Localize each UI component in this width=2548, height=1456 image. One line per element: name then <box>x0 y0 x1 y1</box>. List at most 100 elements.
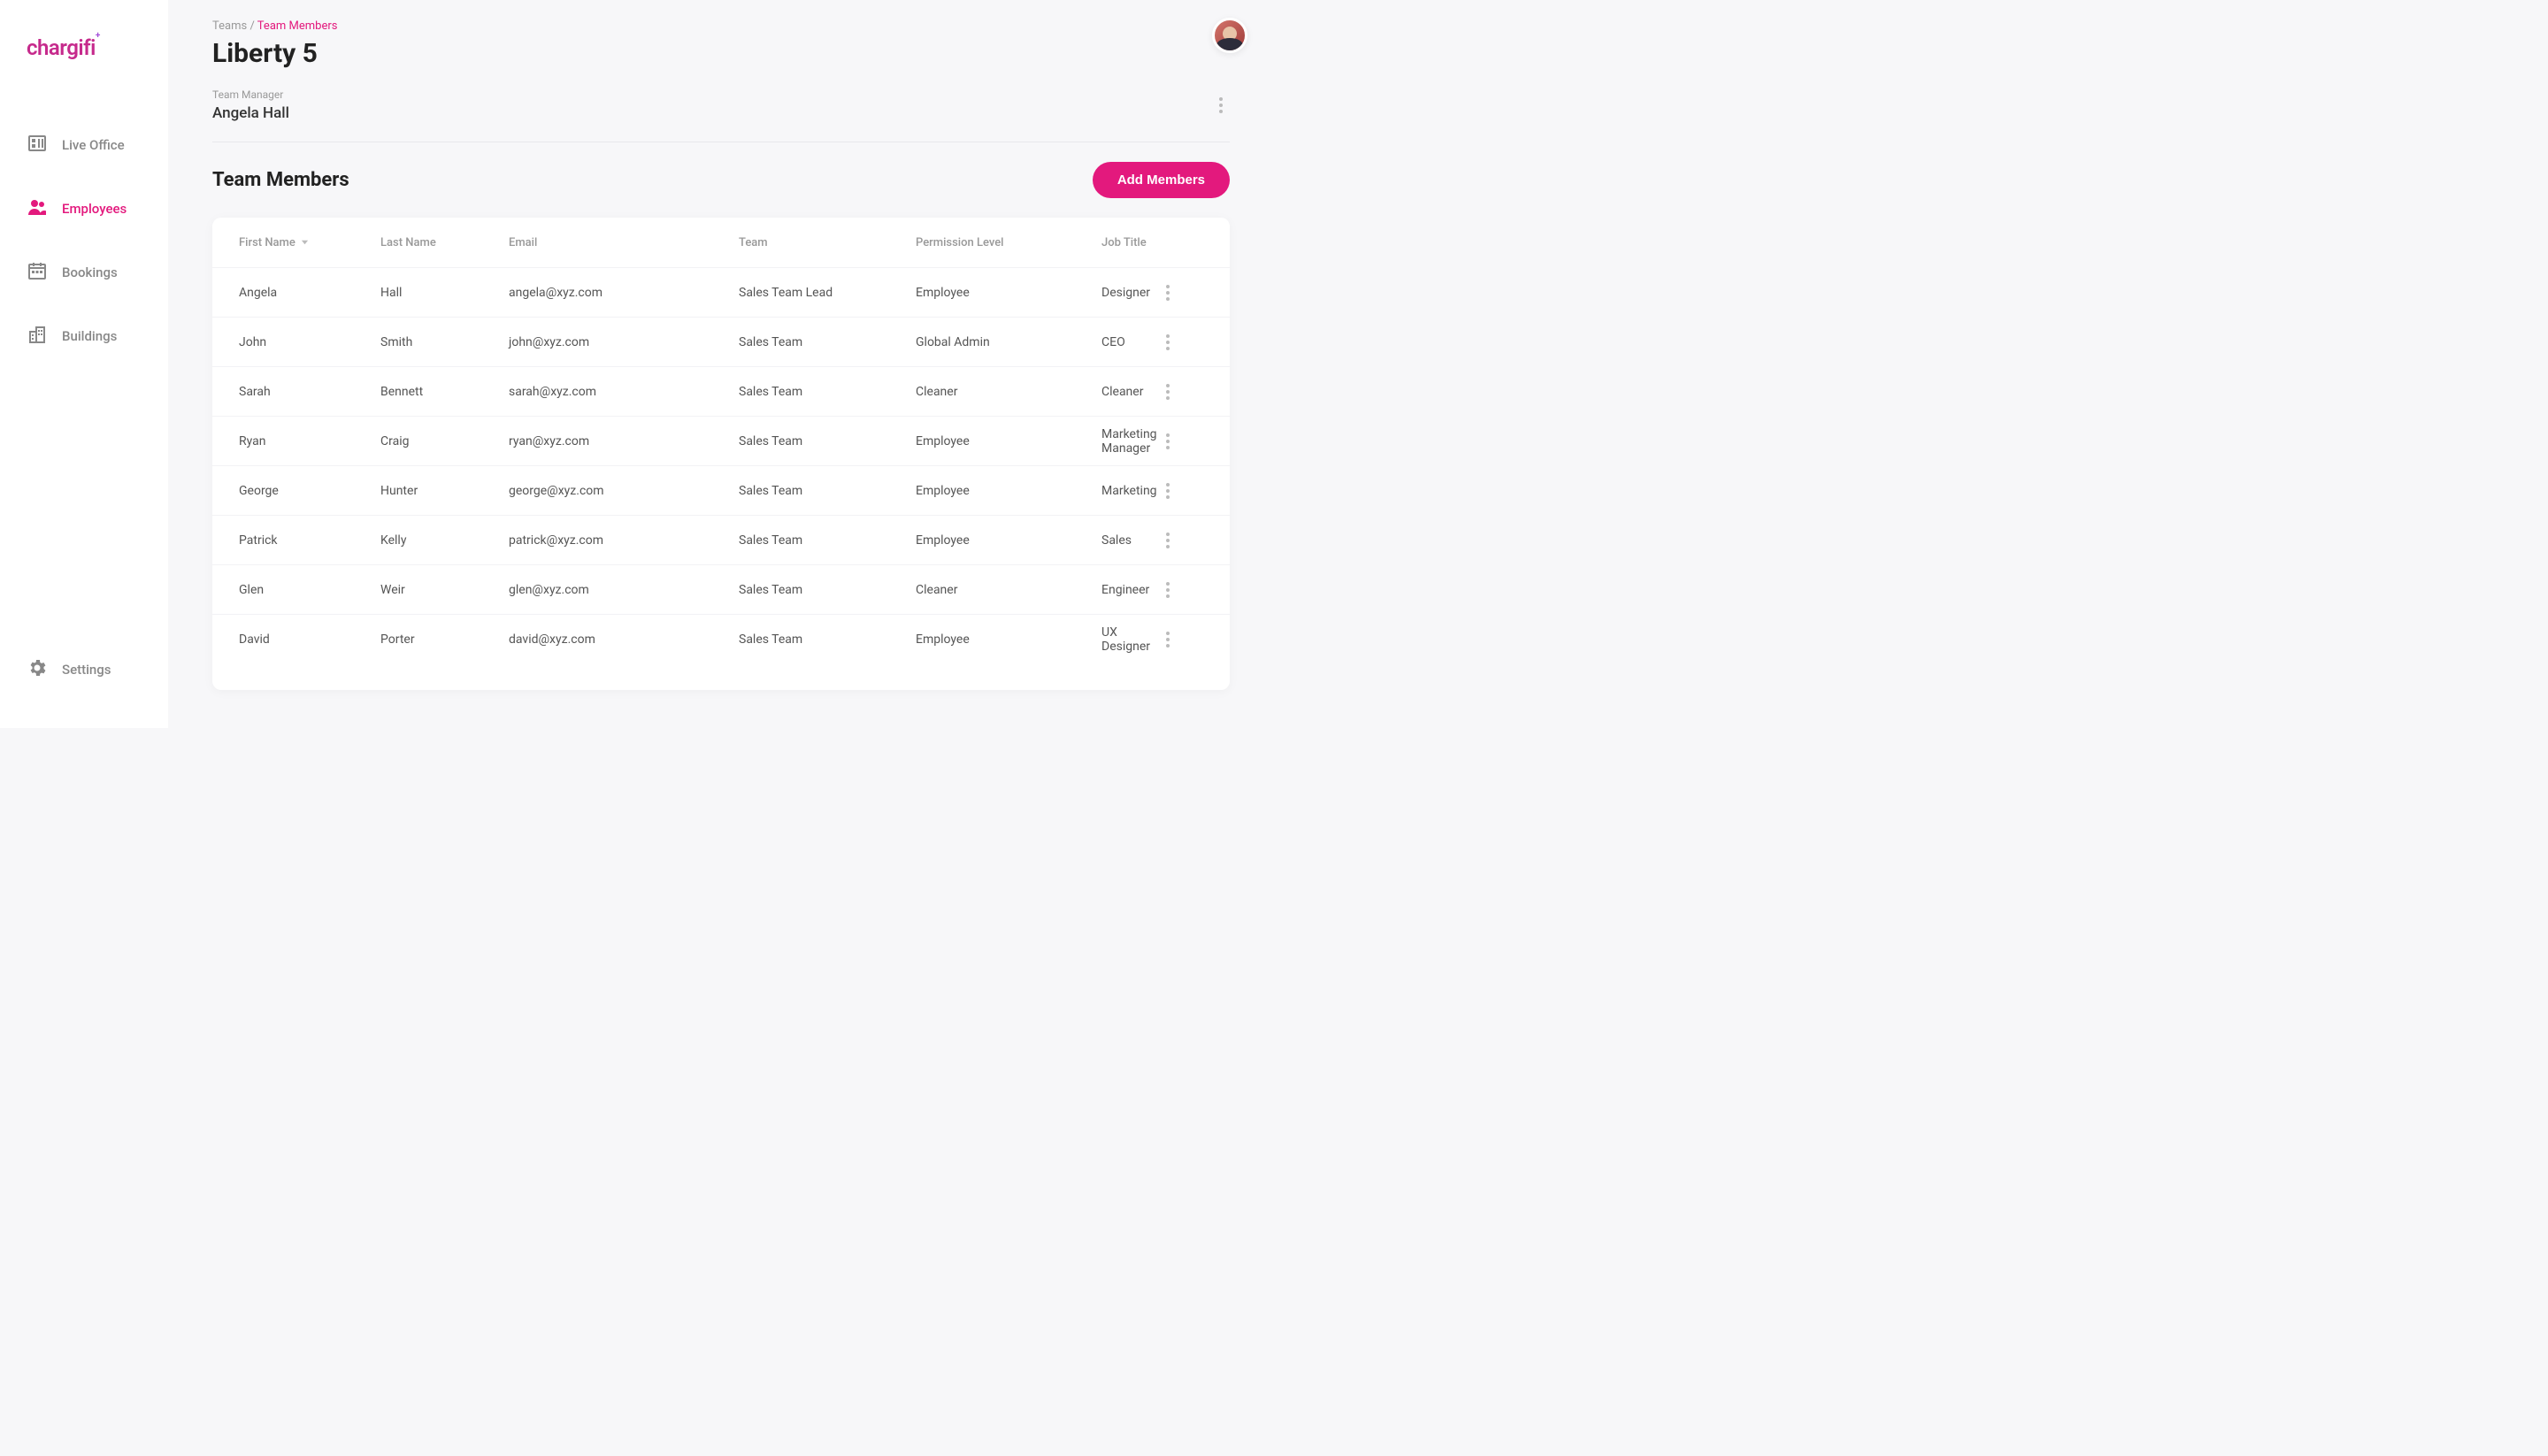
breadcrumb-parent[interactable]: Teams <box>212 19 247 33</box>
table-row[interactable]: David Porter david@xyz.com Sales Team Em… <box>212 614 1230 663</box>
cell-job-title: Designer <box>1101 286 1159 300</box>
row-actions-icon[interactable] <box>1159 433 1177 449</box>
sidebar-item-label: Settings <box>62 662 111 678</box>
cell-team: Sales Team <box>739 385 916 399</box>
row-actions-icon[interactable] <box>1159 582 1177 598</box>
sidebar-item-settings[interactable]: Settings <box>0 638 168 701</box>
cell-last-name: Kelly <box>380 533 509 548</box>
sidebar: chargifi+ Live Office Employees Bookings… <box>0 0 168 728</box>
sidebar-item-label: Bookings <box>62 264 118 280</box>
table-row[interactable]: John Smith john@xyz.com Sales Team Globa… <box>212 317 1230 366</box>
cell-job-title: Marketing <box>1101 484 1159 498</box>
brand-logo: chargifi+ <box>0 35 168 113</box>
cell-last-name: Craig <box>380 434 509 448</box>
sidebar-item-label: Live Office <box>62 137 125 153</box>
cell-team: Sales Team <box>739 583 916 597</box>
cell-last-name: Weir <box>380 583 509 597</box>
cell-first-name: Patrick <box>239 533 380 548</box>
cell-team: Sales Team Lead <box>739 286 916 300</box>
cell-last-name: Porter <box>380 632 509 647</box>
cell-permission: Employee <box>916 434 1101 448</box>
cell-first-name: Glen <box>239 583 380 597</box>
column-header[interactable]: Permission Level <box>916 236 1101 249</box>
cell-team: Sales Team <box>739 533 916 548</box>
table-row[interactable]: Patrick Kelly patrick@xyz.com Sales Team… <box>212 515 1230 564</box>
cell-permission: Cleaner <box>916 385 1101 399</box>
add-members-button[interactable]: Add Members <box>1093 162 1230 198</box>
row-actions-icon[interactable] <box>1159 483 1177 499</box>
table-row[interactable]: Ryan Craig ryan@xyz.com Sales Team Emplo… <box>212 416 1230 465</box>
cell-last-name: Smith <box>380 335 509 349</box>
cell-permission: Employee <box>916 484 1101 498</box>
employees-icon <box>27 196 48 221</box>
cell-job-title: CEO <box>1101 335 1159 349</box>
cell-first-name: George <box>239 484 380 498</box>
cell-last-name: Hall <box>380 286 509 300</box>
cell-last-name: Hunter <box>380 484 509 498</box>
cell-team: Sales Team <box>739 632 916 647</box>
section-header: Team Members Add Members <box>212 162 1230 198</box>
sidebar-item-live-office[interactable]: Live Office <box>0 113 168 177</box>
cell-team: Sales Team <box>739 484 916 498</box>
nav: Live Office Employees Bookings Buildings <box>0 113 168 638</box>
cell-job-title: UX Designer <box>1101 625 1159 654</box>
table-row[interactable]: Sarah Bennett sarah@xyz.com Sales Team C… <box>212 366 1230 416</box>
cell-permission: Cleaner <box>916 583 1101 597</box>
cell-email: ryan@xyz.com <box>509 434 739 448</box>
table-row[interactable]: George Hunter george@xyz.com Sales Team … <box>212 465 1230 515</box>
team-manager-name: Angela Hall <box>212 104 289 122</box>
table-header: First NameLast NameEmailTeamPermission L… <box>212 218 1230 267</box>
row-actions-icon[interactable] <box>1159 384 1177 400</box>
buildings-icon <box>27 324 48 349</box>
row-actions-icon[interactable] <box>1159 334 1177 350</box>
main-content: Teams / Team Members Liberty 5 Team Mana… <box>168 0 1274 728</box>
team-manager-label: Team Manager <box>212 88 289 101</box>
cell-email: john@xyz.com <box>509 335 739 349</box>
cell-permission: Employee <box>916 286 1101 300</box>
row-actions-icon[interactable] <box>1159 632 1177 648</box>
breadcrumb-current: Team Members <box>257 19 338 33</box>
cell-first-name: Angela <box>239 286 380 300</box>
cell-job-title: Engineer <box>1101 583 1159 597</box>
row-actions-icon[interactable] <box>1159 533 1177 548</box>
cell-job-title: Marketing Manager <box>1101 427 1159 456</box>
cell-email: david@xyz.com <box>509 632 739 647</box>
cell-first-name: David <box>239 632 380 647</box>
cell-first-name: Ryan <box>239 434 380 448</box>
section-title: Team Members <box>212 169 349 191</box>
sidebar-item-buildings[interactable]: Buildings <box>0 304 168 368</box>
cell-team: Sales Team <box>739 434 916 448</box>
cell-job-title: Cleaner <box>1101 385 1159 399</box>
cell-email: patrick@xyz.com <box>509 533 739 548</box>
cell-first-name: John <box>239 335 380 349</box>
cell-email: glen@xyz.com <box>509 583 739 597</box>
table-row[interactable]: Angela Hall angela@xyz.com Sales Team Le… <box>212 267 1230 317</box>
cell-email: sarah@xyz.com <box>509 385 739 399</box>
column-header[interactable]: Job Title <box>1101 236 1159 249</box>
live-office-icon <box>27 133 48 157</box>
team-manager-block: Team Manager Angela Hall <box>212 88 1230 142</box>
sort-desc-icon <box>301 236 309 249</box>
row-actions-icon[interactable] <box>1159 285 1177 301</box>
members-table: First NameLast NameEmailTeamPermission L… <box>212 218 1230 690</box>
cell-permission: Employee <box>916 533 1101 548</box>
user-avatar[interactable] <box>1212 18 1247 53</box>
cell-job-title: Sales <box>1101 533 1159 548</box>
cell-team: Sales Team <box>739 335 916 349</box>
sidebar-item-label: Buildings <box>62 328 117 344</box>
column-header[interactable]: Team <box>739 236 916 249</box>
gear-icon <box>27 657 48 682</box>
table-row[interactable]: Glen Weir glen@xyz.com Sales Team Cleane… <box>212 564 1230 614</box>
cell-last-name: Bennett <box>380 385 509 399</box>
cell-email: george@xyz.com <box>509 484 739 498</box>
cell-first-name: Sarah <box>239 385 380 399</box>
sidebar-item-bookings[interactable]: Bookings <box>0 241 168 304</box>
column-header[interactable]: First Name <box>239 236 380 249</box>
sidebar-item-employees[interactable]: Employees <box>0 177 168 241</box>
more-options-icon[interactable] <box>1212 97 1230 113</box>
cell-permission: Global Admin <box>916 335 1101 349</box>
bookings-icon <box>27 260 48 285</box>
column-header[interactable]: Last Name <box>380 236 509 249</box>
column-header[interactable]: Email <box>509 236 739 249</box>
cell-permission: Employee <box>916 632 1101 647</box>
